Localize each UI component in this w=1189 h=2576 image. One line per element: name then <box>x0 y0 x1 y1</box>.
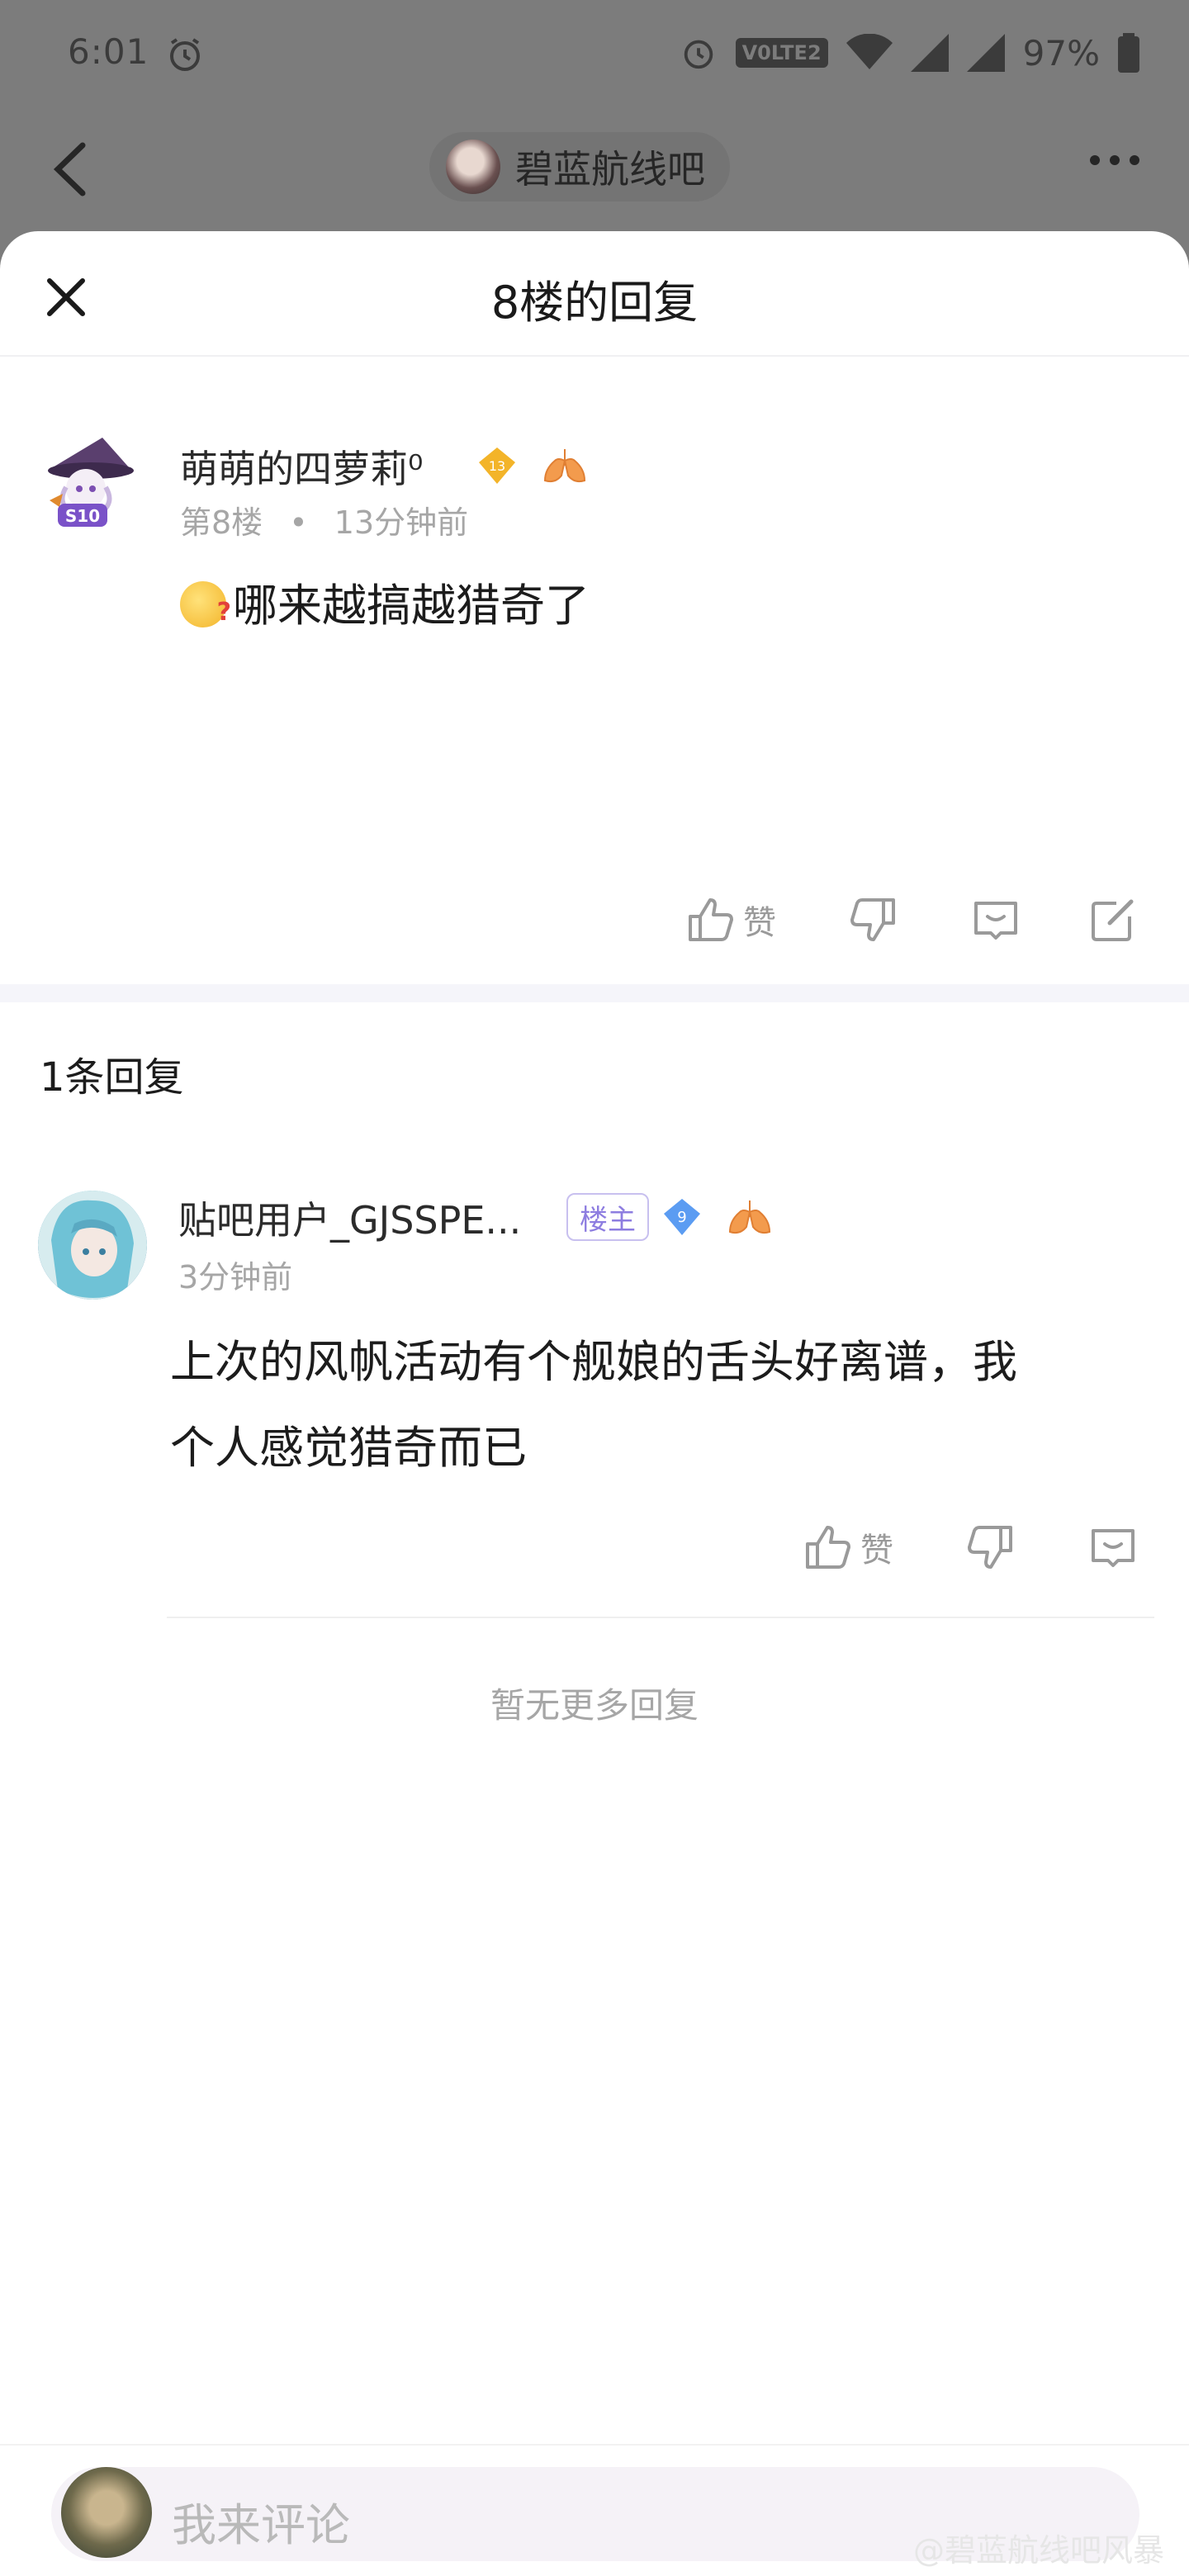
my-avatar <box>61 2467 152 2558</box>
svg-text:13: 13 <box>489 458 505 474</box>
sheet-header: 8楼的回复 <box>0 231 1189 357</box>
like-label: 赞 <box>743 904 776 942</box>
thumbs-down-icon <box>850 898 895 941</box>
more-options-icon[interactable] <box>1090 155 1139 165</box>
forum-title-pill[interactable]: 碧蓝航线吧 <box>429 132 730 201</box>
svg-text:S10: S10 <box>65 506 100 526</box>
signal-icon <box>910 34 949 72</box>
comment-bubble-icon <box>1092 1529 1135 1567</box>
svg-text:9: 9 <box>677 1209 686 1226</box>
comment-bar: 我来评论 @碧蓝航线吧风暴 <box>0 2444 1189 2576</box>
host-badge: 楼主 <box>566 1193 649 1241</box>
no-more-replies: 暂无更多回复 <box>490 1685 699 1726</box>
forum-avatar <box>446 140 500 194</box>
edit-icon <box>1092 899 1134 941</box>
floor-meta: 第8楼 • 13分钟前 <box>180 497 468 542</box>
alarm-icon <box>170 38 200 71</box>
reply-sheet: 8楼的回复 S10 萌萌的四萝莉⁰ 13 第8楼 • 13分钟前 ?哪来越搞越猎… <box>0 231 1189 2576</box>
dislike-button[interactable] <box>847 893 900 946</box>
floor-content: 哪来越搞越猎奇了 <box>180 563 590 656</box>
reply-username[interactable]: 贴吧用户_GJSSPE... <box>178 1191 521 1245</box>
thinking-emoji-icon <box>180 570 231 656</box>
thumbs-up-icon <box>806 1526 850 1569</box>
comment-bubble-icon <box>974 902 1017 940</box>
status-time: 6:01 <box>68 31 149 72</box>
floor-username[interactable]: 萌萌的四萝莉⁰ <box>180 439 423 494</box>
lungs-badge-icon <box>728 1200 771 1234</box>
reply-count: 1条回复 <box>40 1054 184 1101</box>
reply-divider <box>167 1617 1154 1618</box>
like-button[interactable]: 赞 <box>684 893 776 946</box>
avatar[interactable] <box>38 1191 147 1300</box>
like-button[interactable]: 赞 <box>801 1521 893 1574</box>
signal-icon-2 <box>966 34 1005 72</box>
thumbs-up-icon <box>689 898 733 941</box>
status-bar: 6:01 V0LTE2 97% <box>0 0 1189 107</box>
forum-name: 碧蓝航线吧 <box>515 147 705 192</box>
back-arrow-icon[interactable] <box>50 140 91 198</box>
volte-badge: V0LTE2 <box>735 38 828 68</box>
sheet-title: 8楼的回复 <box>490 277 699 329</box>
thumbs-down-icon <box>968 1526 1012 1569</box>
floor-number: 第8楼 <box>180 504 263 541</box>
edit-button[interactable] <box>1087 893 1139 946</box>
alarm-icon <box>684 40 713 69</box>
reply-button[interactable] <box>969 893 1022 946</box>
avatar[interactable]: S10 <box>36 431 145 540</box>
watermark: @碧蓝航线吧风暴 <box>912 2532 1164 2569</box>
like-label: 赞 <box>860 1532 893 1570</box>
level-diamond-icon: 9 <box>664 1199 700 1235</box>
wifi-icon <box>846 34 893 69</box>
status-indicators: V0LTE2 97% <box>680 30 1139 76</box>
reply-content-line1: 上次的风帆活动有个舰娘的舌头好离谱，我 <box>170 1336 1017 1388</box>
reply-time: 3分钟前 <box>178 1259 293 1295</box>
comment-placeholder: 我来评论 <box>172 2499 350 2551</box>
battery-icon <box>1118 33 1139 73</box>
floor-post: S10 萌萌的四萝莉⁰ 13 第8楼 • 13分钟前 哪来越搞越猎奇了 赞 <box>0 357 1189 984</box>
reply-content: 上次的风帆活动有个舰娘的舌头好离谱，我 个人感觉猎奇而已 <box>170 1319 1017 1491</box>
lungs-badge-icon <box>543 449 586 483</box>
floor-content-text: 哪来越搞越猎奇了 <box>233 580 590 632</box>
battery-percent: 97% <box>1022 32 1100 73</box>
section-divider <box>0 984 1189 1002</box>
reply-button[interactable] <box>1087 1521 1139 1574</box>
dislike-button[interactable] <box>964 1521 1017 1574</box>
floor-time: 13分钟前 <box>334 504 469 541</box>
reply-content-line2: 个人感觉猎奇而已 <box>170 1422 527 1474</box>
level-diamond-icon: 13 <box>479 447 515 484</box>
meta-separator: • <box>289 504 308 541</box>
